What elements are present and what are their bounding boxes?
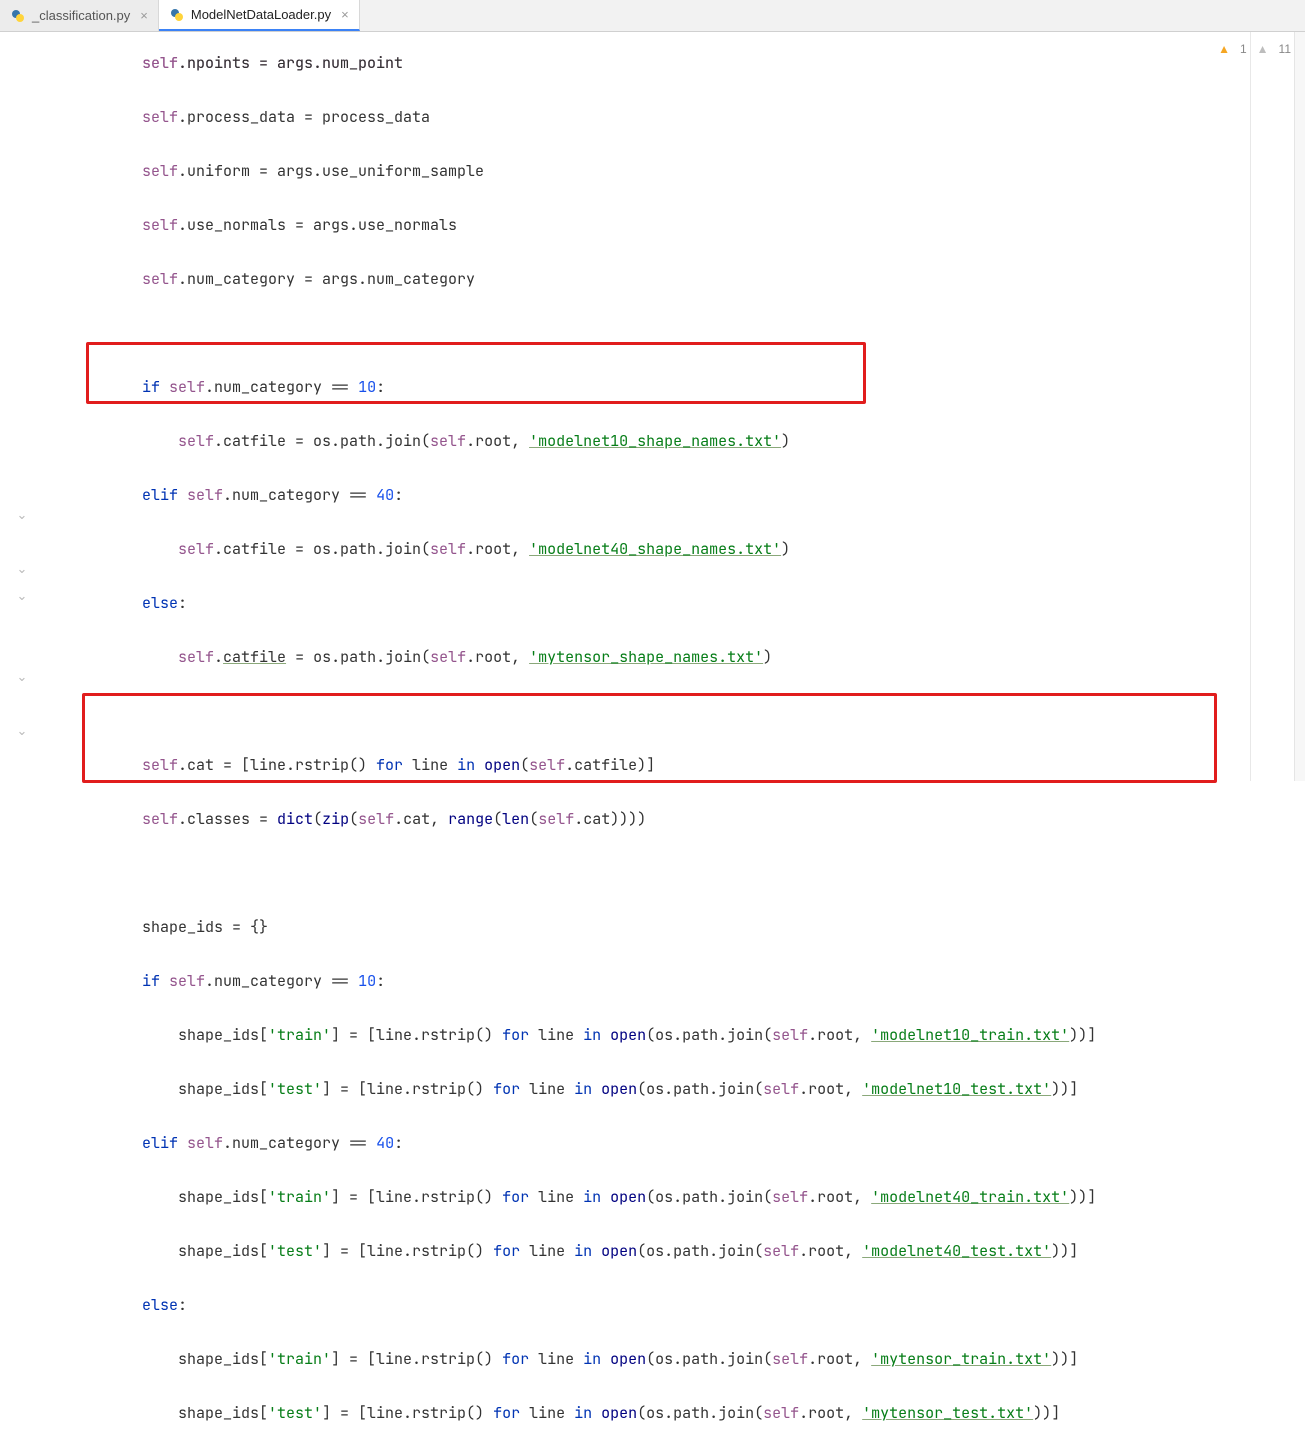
- source-code-full[interactable]: self.npoints = args.num_point self.proce…: [30, 50, 1096, 1454]
- editor-tabbar: _classification.py × ModelNetDataLoader.…: [0, 0, 1305, 32]
- tab-label: ModelNetDataLoader.py: [191, 7, 331, 22]
- error-stripe[interactable]: [1294, 32, 1305, 781]
- editor[interactable]: ⌄ ⌄ ⌄ ⌄ ⌄ self.npoints = args.num_point …: [0, 32, 1305, 781]
- fold-icon[interactable]: ⌄: [17, 510, 27, 520]
- tab-classification[interactable]: _classification.py ×: [0, 0, 159, 31]
- inspection-widget[interactable]: ▲ 1 ▲ 11: [1218, 42, 1291, 56]
- close-icon[interactable]: ×: [140, 8, 148, 23]
- close-icon[interactable]: ×: [341, 7, 349, 22]
- warning-icon: ▲: [1218, 42, 1230, 56]
- python-file-icon: [10, 8, 26, 24]
- right-margin-guide: [1250, 32, 1251, 781]
- tab-label: _classification.py: [32, 8, 130, 23]
- weak-warning-count: 11: [1279, 42, 1291, 56]
- tab-modelnetdataloader[interactable]: ModelNetDataLoader.py ×: [159, 0, 360, 31]
- fold-icon[interactable]: ⌄: [17, 591, 27, 601]
- python-file-icon: [169, 7, 185, 23]
- code-area[interactable]: self.npoints = args.num_point self.npoin…: [30, 32, 1305, 781]
- fold-icon[interactable]: ⌄: [17, 672, 27, 682]
- fold-icon[interactable]: ⌄: [17, 726, 27, 736]
- weak-warning-icon: ▲: [1257, 42, 1269, 56]
- gutter: ⌄ ⌄ ⌄ ⌄ ⌄: [0, 32, 30, 781]
- warning-count: 1: [1240, 42, 1247, 56]
- fold-icon[interactable]: ⌄: [17, 564, 27, 574]
